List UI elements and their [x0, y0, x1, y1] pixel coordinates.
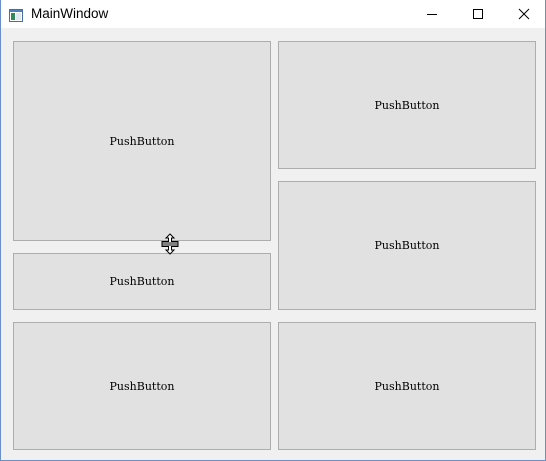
minimize-icon — [426, 5, 438, 24]
close-icon — [518, 5, 530, 24]
push-button-top-right[interactable]: PushButton — [278, 41, 536, 169]
close-button[interactable] — [501, 0, 546, 28]
push-button-bottom-left[interactable]: PushButton — [13, 322, 271, 450]
main-window: MainWindow PushButton PushButton PushBut… — [0, 0, 546, 461]
push-button-top-left[interactable]: PushButton — [13, 41, 271, 241]
push-button-middle-right[interactable]: PushButton — [278, 181, 536, 310]
push-button-middle-left[interactable]: PushButton — [13, 253, 271, 310]
maximize-button[interactable] — [455, 0, 501, 28]
vertical-resize-cursor-icon — [160, 233, 180, 255]
push-button-bottom-right[interactable]: PushButton — [278, 322, 536, 450]
app-window-icon — [9, 7, 23, 22]
maximize-icon — [472, 5, 484, 24]
minimize-button[interactable] — [409, 0, 455, 28]
central-widget: PushButton PushButton PushButton PushBut… — [1, 28, 545, 460]
title-bar[interactable]: MainWindow — [1, 0, 545, 28]
window-title: MainWindow — [31, 6, 109, 21]
